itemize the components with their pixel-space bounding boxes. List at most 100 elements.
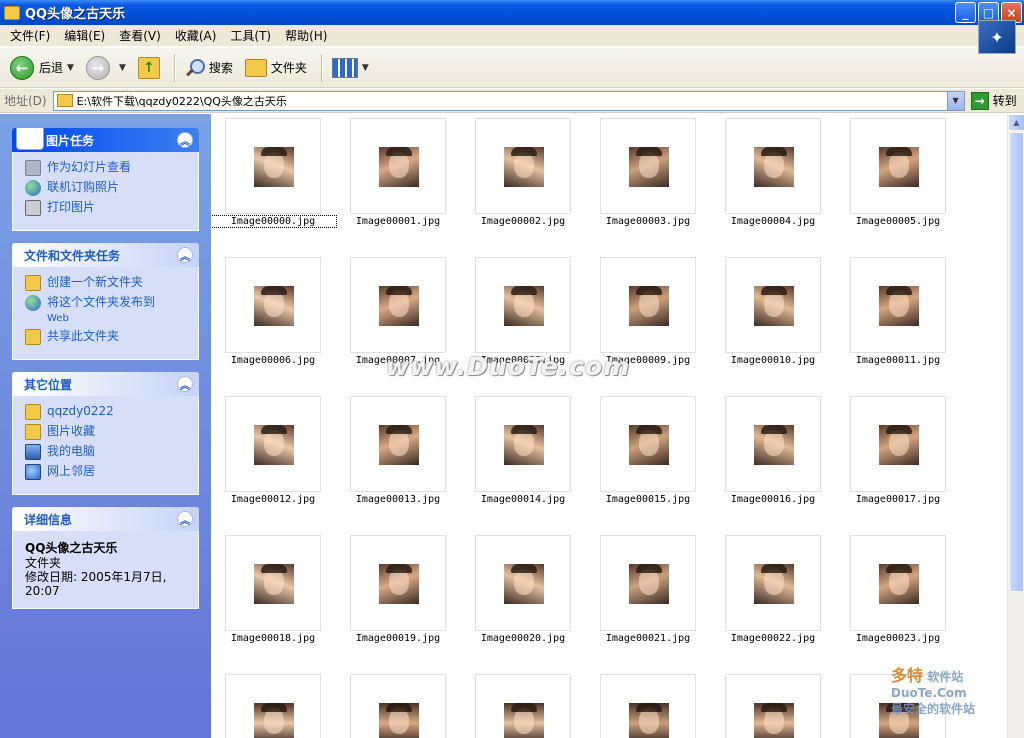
thumbnail-filename[interactable]: Image00020.jpg [460, 633, 586, 644]
thumbnail-item[interactable] [475, 257, 571, 353]
thumbnail-filename[interactable]: Image00017.jpg [835, 494, 961, 505]
thumbnail-item[interactable] [850, 118, 946, 214]
thumbnail-filename[interactable]: Image00010.jpg [710, 355, 836, 366]
place-network-label: 网上邻居 [47, 464, 96, 478]
menu-file[interactable]: 文件(F) [4, 26, 56, 46]
thumbnail-filename[interactable]: Image00014.jpg [460, 494, 586, 505]
up-button[interactable]: ↑ [134, 52, 164, 84]
thumbnail-item[interactable] [475, 535, 571, 631]
thumbnail-item[interactable] [600, 257, 696, 353]
collapse-icon[interactable]: ︽ [177, 511, 193, 527]
other-places-header[interactable]: 其它位置 ︽ [12, 372, 199, 396]
thumbnail-item[interactable] [725, 674, 821, 738]
thumbnail-item[interactable] [350, 257, 446, 353]
thumbnail-filename[interactable]: Image00005.jpg [835, 216, 961, 227]
views-button[interactable]: ▼ [328, 52, 373, 84]
picture-tasks-header[interactable]: 图片任务 ︽ [12, 128, 199, 152]
publish-web-icon [25, 295, 41, 311]
thumbnail-item[interactable] [600, 535, 696, 631]
menu-edit[interactable]: 编辑(E) [58, 26, 111, 46]
thumbnail-item[interactable] [850, 257, 946, 353]
menu-tools[interactable]: 工具(T) [224, 26, 277, 46]
back-dropdown-icon[interactable]: ▼ [67, 63, 74, 73]
thumbnail-filename[interactable]: Image00022.jpg [710, 633, 836, 644]
thumbnail-item[interactable] [475, 118, 571, 214]
scroll-up-icon[interactable]: ▲ [1008, 114, 1024, 131]
place-my-pictures[interactable]: 图片收藏 [25, 424, 188, 440]
thumbnail-filename[interactable]: Image00003.jpg [585, 216, 711, 227]
vertical-scrollbar[interactable]: ▲ [1007, 114, 1024, 738]
thumbnail-filename[interactable]: Image00002.jpg [460, 216, 586, 227]
forward-button[interactable]: → ▼ [82, 52, 130, 84]
thumbnail-filename[interactable]: Image00001.jpg [335, 216, 461, 227]
publish-web-link[interactable]: 将这个文件夹发布到 Web [25, 295, 188, 325]
thumbnail-filename[interactable]: Image00013.jpg [335, 494, 461, 505]
print-pictures-link[interactable]: 打印图片 [25, 200, 188, 216]
thumbnail-item[interactable] [225, 257, 321, 353]
folders-button[interactable]: 文件夹 [241, 52, 311, 84]
thumbnail-item[interactable] [725, 396, 821, 492]
place-parent-folder[interactable]: qqzdy0222 [25, 404, 188, 420]
order-prints-link[interactable]: 联机订购照片 [25, 180, 188, 196]
go-button[interactable]: 转到 [993, 92, 1017, 109]
scroll-thumb[interactable] [1009, 132, 1024, 592]
new-folder-icon [25, 275, 41, 291]
thumbnail-item[interactable] [725, 257, 821, 353]
file-tasks-header[interactable]: 文件和文件夹任务 ︽ [12, 243, 199, 267]
watermark-brand-sub: 软件站 [927, 670, 964, 684]
thumbnail-filename[interactable]: Image00016.jpg [710, 494, 836, 505]
thumbnail-item[interactable] [350, 674, 446, 738]
slideshow-link[interactable]: 作为幻灯片查看 [25, 160, 188, 176]
views-dropdown-icon[interactable]: ▼ [362, 63, 369, 73]
thumbnail-filename[interactable]: Image00023.jpg [835, 633, 961, 644]
thumbnail-image [879, 425, 919, 465]
thumbnail-item[interactable] [600, 674, 696, 738]
menu-favorites[interactable]: 收藏(A) [169, 26, 223, 46]
thumbnail-item[interactable] [725, 118, 821, 214]
thumbnail-filename[interactable]: Image00015.jpg [585, 494, 711, 505]
thumbnail-item[interactable] [725, 535, 821, 631]
thumbnail-item[interactable] [600, 118, 696, 214]
thumbnail-item[interactable] [225, 535, 321, 631]
menu-view[interactable]: 查看(V) [113, 26, 167, 46]
watermark-brand: 多特 [891, 666, 924, 685]
search-button[interactable]: 搜索 [181, 52, 237, 84]
thumbnail-filename[interactable]: Image00004.jpg [710, 216, 836, 227]
thumbnail-filename[interactable]: Image00018.jpg [211, 633, 336, 644]
thumbnail-filename[interactable]: Image00012.jpg [211, 494, 336, 505]
thumbnail-item[interactable] [475, 396, 571, 492]
minimize-button[interactable]: _ [955, 2, 976, 23]
menu-help[interactable]: 帮助(H) [279, 26, 333, 46]
forward-dropdown-icon[interactable]: ▼ [119, 63, 126, 73]
thumbnail-filename[interactable]: Image00006.jpg [211, 355, 336, 366]
address-input[interactable]: E:\软件下载\qqzdy0222\QQ头像之古天乐 ▼ [52, 90, 965, 111]
thumbnail-item[interactable] [475, 674, 571, 738]
collapse-icon[interactable]: ︽ [177, 376, 193, 392]
thumbnail-filename[interactable]: Image00011.jpg [835, 355, 961, 366]
thumbnail-item[interactable] [850, 535, 946, 631]
thumbnail-image [629, 425, 669, 465]
collapse-icon[interactable]: ︽ [177, 247, 193, 263]
thumbnail-filename[interactable]: Image00021.jpg [585, 633, 711, 644]
thumbnail-item[interactable] [600, 396, 696, 492]
collapse-icon[interactable]: ︽ [177, 132, 193, 148]
place-my-computer[interactable]: 我的电脑 [25, 444, 188, 460]
thumbnail-item[interactable] [225, 674, 321, 738]
go-arrow-icon[interactable]: → [970, 91, 989, 110]
address-dropdown-icon[interactable]: ▼ [946, 91, 964, 110]
new-folder-link[interactable]: 创建一个新文件夹 [25, 275, 188, 291]
thumbnail-image [254, 425, 294, 465]
thumbnail-item[interactable] [350, 118, 446, 214]
thumbnail-filename[interactable]: Image00000.jpg [211, 215, 337, 228]
thumbnail-item[interactable] [350, 535, 446, 631]
back-button[interactable]: ← 后退 ▼ [6, 52, 78, 84]
details-header[interactable]: 详细信息 ︽ [12, 507, 199, 531]
thumbnail-item[interactable] [225, 396, 321, 492]
thumbnail-item[interactable] [225, 118, 321, 214]
thumbnail-filename[interactable]: Image00019.jpg [335, 633, 461, 644]
thumbnail-item[interactable] [850, 396, 946, 492]
print-pictures-label: 打印图片 [47, 200, 96, 214]
thumbnail-item[interactable] [350, 396, 446, 492]
place-network[interactable]: 网上邻居 [25, 464, 188, 480]
share-folder-link[interactable]: 共享此文件夹 [25, 329, 188, 345]
